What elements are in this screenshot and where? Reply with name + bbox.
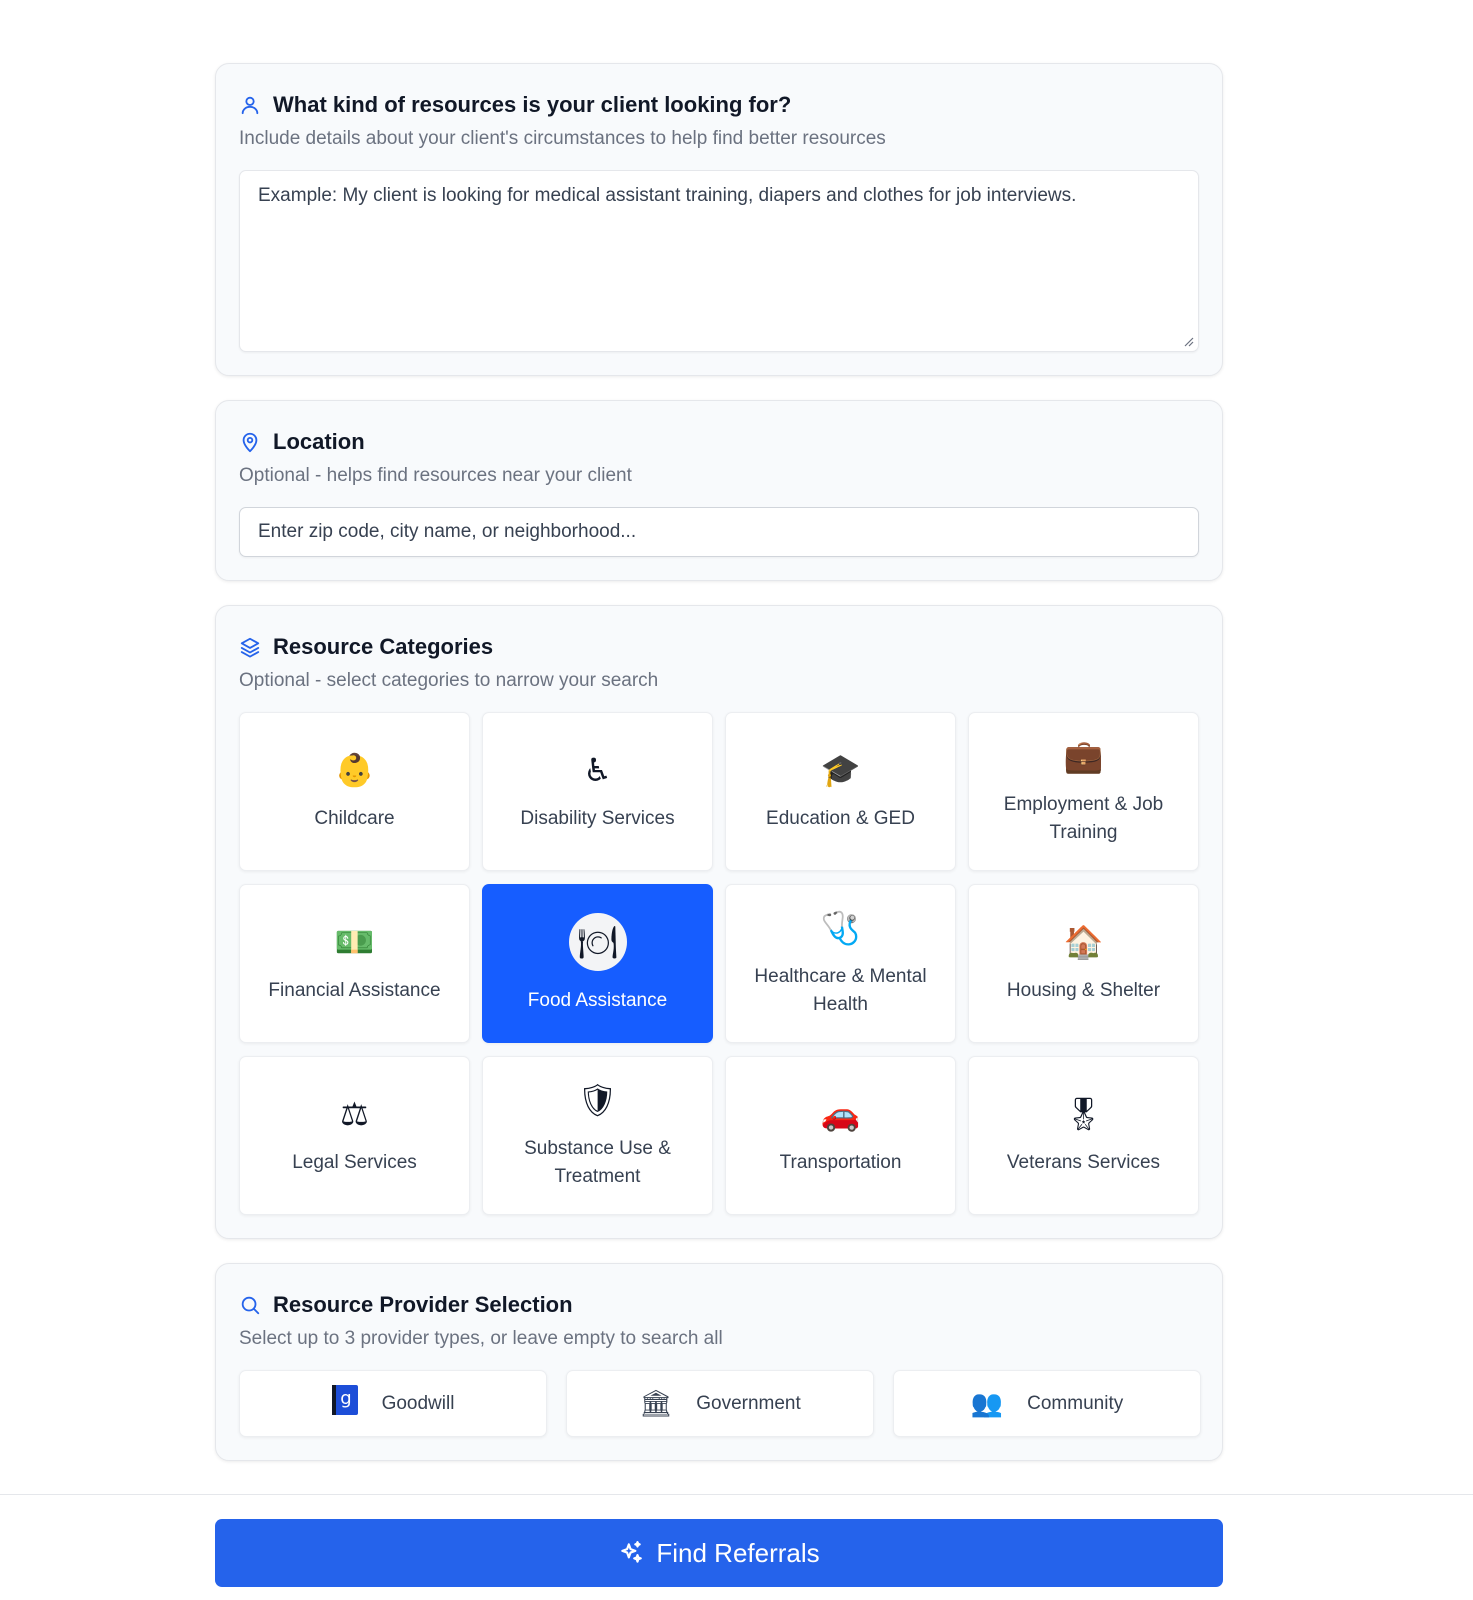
category-label: Education & GED bbox=[766, 807, 915, 829]
provider-label: Goodwill bbox=[381, 1392, 455, 1414]
categories-card-title: Resource Categories bbox=[273, 634, 494, 659]
category-tile-disability-services[interactable]: ♿ Disability Services bbox=[482, 712, 713, 871]
category-tile-healthcare[interactable]: 🩺 Healthcare & Mental Health bbox=[725, 884, 956, 1043]
category-tile-legal-services[interactable]: ⚖ Legal Services bbox=[239, 1056, 470, 1215]
wheelchair-icon: ♿ bbox=[583, 750, 612, 789]
referral-form: What kind of resources is your client lo… bbox=[215, 63, 1223, 1485]
providers-card-title: Resource Provider Selection bbox=[273, 1292, 573, 1317]
people-icon: 👥 bbox=[970, 1388, 1004, 1419]
category-tile-food-assistance[interactable]: 🍽 Food Assistance bbox=[482, 884, 713, 1043]
goodwill-logo-letter: g bbox=[340, 1388, 351, 1409]
goodwill-logo-icon: g bbox=[331, 1385, 358, 1422]
category-tile-transportation[interactable]: 🚗 Transportation bbox=[725, 1056, 956, 1215]
provider-label: Community bbox=[1027, 1392, 1124, 1414]
shield-icon: 🛡 bbox=[577, 1080, 618, 1119]
category-label: Substance Use & Treatment bbox=[524, 1137, 671, 1187]
user-icon bbox=[241, 96, 259, 115]
find-referrals-label: Find Referrals bbox=[656, 1537, 820, 1568]
category-tile-housing[interactable]: 🏠 Housing & Shelter bbox=[968, 884, 1199, 1043]
providers-card-subtitle: Select up to 3 provider types, or leave … bbox=[239, 1328, 723, 1349]
query-card-subtitle: Include details about your client's circ… bbox=[239, 128, 886, 149]
category-label: Food Assistance bbox=[527, 989, 668, 1011]
category-tile-veterans-services[interactable]: 🎖 Veterans Services bbox=[968, 1056, 1199, 1215]
location-placeholder: Enter zip code, city name, or neighborho… bbox=[258, 521, 637, 542]
plate-icon: 🍽 bbox=[577, 922, 618, 961]
category-tile-education[interactable]: 🎓 Education & GED bbox=[725, 712, 956, 871]
find-referrals-button[interactable]: Find Referrals bbox=[215, 1519, 1223, 1587]
category-tile-employment[interactable]: 💼 Employment & Job Training bbox=[968, 712, 1199, 871]
location-input[interactable]: Enter zip code, city name, or neighborho… bbox=[239, 507, 1199, 557]
provider-community-button[interactable]: 👥 Community bbox=[893, 1370, 1201, 1437]
categories-card-header: Resource Categories bbox=[239, 632, 1199, 662]
action-footer: Find Referrals bbox=[0, 1494, 1473, 1600]
graduation-cap-icon: 🎓 bbox=[820, 750, 861, 789]
plate-icon-badge: 🍽 bbox=[568, 912, 627, 971]
scales-icon: ⚖ bbox=[340, 1094, 369, 1133]
stethoscope-icon: 🩺 bbox=[820, 908, 861, 947]
provider-goodwill-button[interactable]: g Goodwill bbox=[239, 1370, 547, 1437]
providers-card: Resource Provider Selection Select up to… bbox=[215, 1263, 1223, 1461]
category-label: Employment & Job Training bbox=[1003, 793, 1164, 843]
location-card-header: Location bbox=[239, 427, 1199, 457]
category-label: Disability Services bbox=[520, 807, 675, 829]
query-card-title: What kind of resources is your client lo… bbox=[273, 92, 792, 117]
location-card-title: Location bbox=[273, 429, 365, 454]
car-icon: 🚗 bbox=[820, 1094, 861, 1133]
category-label: Transportation bbox=[779, 1151, 902, 1173]
map-pin-icon bbox=[242, 432, 258, 453]
category-label: Childcare bbox=[314, 807, 395, 829]
sparkles-icon bbox=[621, 1541, 643, 1563]
provider-label: Government bbox=[696, 1392, 801, 1414]
category-label: Veterans Services bbox=[1006, 1151, 1161, 1173]
briefcase-icon: 💼 bbox=[1063, 736, 1104, 775]
house-icon: 🏠 bbox=[1063, 922, 1104, 961]
categories-card-subtitle: Optional - select categories to narrow y… bbox=[239, 670, 659, 691]
provider-options: g Goodwill 🏛 Government 👥 Community bbox=[239, 1370, 1201, 1437]
category-label: Healthcare & Mental Health bbox=[754, 965, 927, 1015]
category-grid: 👶 Childcare ♿ Disability Services 🎓 Educ… bbox=[239, 712, 1199, 1215]
location-card: Location Optional - helps find resources… bbox=[215, 400, 1223, 581]
client-needs-placeholder: Example: My client is looking for medica… bbox=[258, 185, 1077, 206]
category-label: Housing & Shelter bbox=[1006, 979, 1161, 1001]
query-card-header: What kind of resources is your client lo… bbox=[239, 90, 1199, 120]
providers-card-header: Resource Provider Selection bbox=[239, 1290, 1199, 1320]
money-icon: 💵 bbox=[334, 922, 375, 961]
category-tile-substance-use[interactable]: 🛡 Substance Use & Treatment bbox=[482, 1056, 713, 1215]
query-card: What kind of resources is your client lo… bbox=[215, 63, 1223, 376]
category-label: Financial Assistance bbox=[268, 979, 441, 1001]
category-tile-financial-assistance[interactable]: 💵 Financial Assistance bbox=[239, 884, 470, 1043]
resize-grip-icon[interactable] bbox=[1182, 335, 1194, 347]
location-card-subtitle: Optional - helps find resources near you… bbox=[239, 465, 632, 486]
government-building-icon: 🏛 bbox=[639, 1388, 673, 1419]
medal-icon: 🎖 bbox=[1063, 1094, 1104, 1133]
client-needs-textarea[interactable]: Example: My client is looking for medica… bbox=[239, 170, 1199, 352]
category-label: Legal Services bbox=[292, 1151, 417, 1173]
provider-government-button[interactable]: 🏛 Government bbox=[566, 1370, 874, 1437]
baby-icon: 👶 bbox=[334, 750, 375, 789]
category-tile-childcare[interactable]: 👶 Childcare bbox=[239, 712, 470, 871]
search-icon bbox=[241, 1296, 260, 1315]
layers-icon bbox=[240, 637, 260, 658]
categories-card: Resource Categories Optional - select ca… bbox=[215, 605, 1223, 1239]
